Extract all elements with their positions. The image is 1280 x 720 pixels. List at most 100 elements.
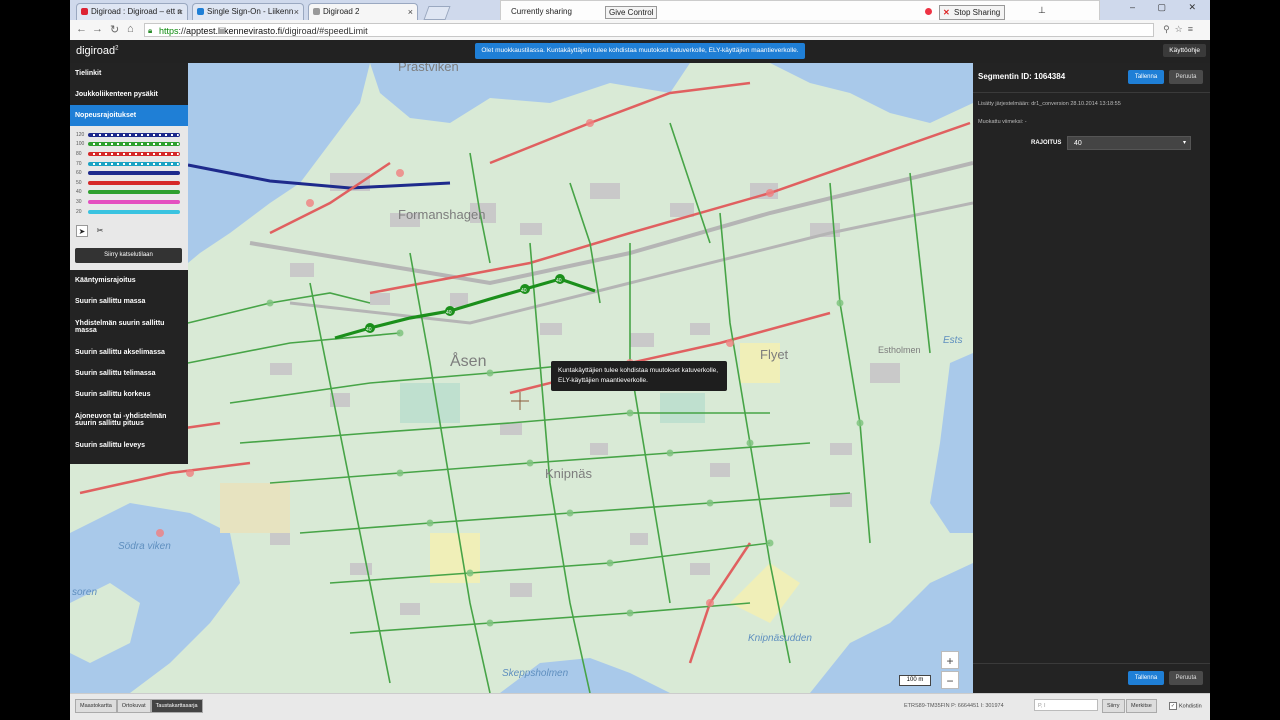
sso-favicon-icon (197, 8, 204, 15)
home-icon[interactable]: ⌂ (127, 23, 134, 35)
layer-joukkoliikenteen-pysakit[interactable]: Joukkoliikenteen pysäkit (70, 84, 188, 105)
address-bar-row: ← → ↻ ⌂ 🔒︎ https://apptest.liikenneviras… (70, 20, 1210, 41)
edit-tooltip: Kuntakäyttäjien tulee kohdistaa muutokse… (551, 361, 727, 391)
pin-icon[interactable]: ⊥ (1038, 5, 1046, 16)
url-input[interactable]: 🔒︎ https://apptest.liikennevirasto.fi/di… (144, 23, 1154, 37)
tab-close-icon[interactable]: × (178, 4, 183, 20)
map-label-knipnas: Knipnäs (545, 466, 592, 481)
cancel-button-footer[interactable]: Peruuta (1169, 671, 1203, 685)
zoom-control: + − (941, 651, 959, 691)
bg-maastokartta[interactable]: Maastokartta (75, 699, 117, 713)
crosshair-toggle[interactable]: ✓ Kohdistin (1169, 702, 1202, 710)
park-area (220, 483, 290, 533)
bg-ortokuvat[interactable]: Ortokuvat (116, 699, 151, 713)
user-guide-button[interactable]: Käyttöohje (1163, 44, 1206, 57)
footer-divider (973, 663, 1210, 664)
coordinate-readout: ETRS89-TM35FIN P: 6664451 I: 301974 (904, 703, 1004, 709)
browser-tab-2[interactable]: Single Sign-On - Liikenn × (192, 3, 304, 20)
legend-row: 30 (76, 197, 188, 207)
give-control-dropdown[interactable]: Give Control (605, 6, 658, 19)
layer-leveys[interactable]: Suurin sallittu leveys (70, 435, 188, 456)
cut-tool-icon[interactable]: ✂ (94, 225, 106, 237)
save-button[interactable]: Tallenna (1128, 70, 1164, 84)
legend-line-swatch (88, 190, 180, 195)
bg-taustakarttasarja[interactable]: Taustakarttasarja (150, 699, 203, 713)
browser-window: Digiroad : Digiroad – ett n × Single Sig… (70, 0, 1210, 720)
speed-limit-legend: 120 100 80 70 60 50 40 30 20 (70, 126, 188, 221)
lock-icon: 🔒︎ (148, 26, 153, 35)
new-tab-button[interactable] (423, 6, 451, 20)
cancel-button[interactable]: Peruuta (1169, 70, 1203, 84)
layer-akselimassa[interactable]: Suurin sallittu akselimassa (70, 342, 188, 363)
url-domain: apptest.liikennevirasto.fi (186, 26, 283, 36)
back-icon[interactable]: ← (76, 23, 87, 35)
legend-line-swatch (88, 180, 180, 185)
speed-marker-label: 40 (446, 310, 452, 316)
move-button[interactable]: Siirry (1102, 699, 1125, 713)
speed-limit-select[interactable]: 40 ▾ (1067, 136, 1191, 150)
select-tool-icon[interactable]: ➤ (76, 225, 88, 238)
speed-marker-label: 40 (366, 327, 372, 333)
legend-row: 120 (76, 130, 188, 140)
reload-icon[interactable]: ↻ (110, 23, 119, 36)
layer-pituus[interactable]: Ajoneuvon tai -yhdistelmän suurin sallit… (70, 405, 188, 435)
layer-telimassa[interactable]: Suurin sallittu telimassa (70, 363, 188, 384)
save-button-footer[interactable]: Tallenna (1128, 671, 1164, 685)
url-scheme: https (159, 26, 179, 36)
map-label-prastviken: Prästviken (398, 63, 459, 74)
map-label-sodra-viken: Södra viken (118, 541, 171, 552)
limit-label: RAJOITUS (1031, 140, 1062, 146)
zoom-out-button[interactable]: − (941, 671, 959, 689)
coordinate-input[interactable]: P, I (1034, 699, 1098, 711)
legend-row: 50 (76, 178, 188, 188)
crosshair-label: Kohdistin (1179, 703, 1202, 710)
layer-panel: Tielinkit Joukkoliikenteen pysäkit Nopeu… (70, 63, 188, 464)
divider (973, 92, 1210, 93)
tab-close-icon[interactable]: × (408, 4, 413, 20)
segment-edit-panel: Segmentin ID: 1064384 Tallenna Peruuta L… (973, 63, 1210, 693)
browser-extension-icons[interactable]: ⚲☆≡ (1163, 24, 1198, 35)
legend-line-swatch (88, 199, 180, 204)
tab-close-icon[interactable]: × (294, 4, 299, 20)
legend-speed-label: 30 (76, 198, 82, 205)
tab-title: Digiroad : Digiroad – ett n (91, 7, 182, 16)
stop-sharing-button[interactable]: ✕ Stop Sharing (939, 5, 1006, 20)
checkbox-icon[interactable]: ✓ (1169, 702, 1177, 710)
page-favicon-icon (313, 8, 320, 15)
stop-sharing-label: Stop Sharing (954, 8, 1001, 17)
modified-info: Muokattu viimeksi: - (978, 119, 1027, 125)
map-label-skeppsholmen: Skeppsholmen (502, 668, 569, 679)
cemetery-east (660, 393, 705, 423)
zoom-in-button[interactable]: + (941, 651, 959, 669)
legend-speed-label: 50 (76, 179, 82, 186)
map-crosshair-icon (511, 392, 529, 410)
digiroad-logo[interactable]: digiroad2 (76, 45, 118, 57)
forward-icon[interactable]: → (92, 23, 103, 35)
legend-speed-label: 60 (76, 170, 82, 177)
tab-title: Digiroad 2 (323, 7, 360, 16)
sharing-status: Currently sharing (511, 7, 572, 16)
legend-row: 100 (76, 140, 188, 150)
layer-korkeus[interactable]: Suurin sallittu korkeus (70, 384, 188, 405)
stop-icon: ✕ (943, 8, 950, 17)
layer-nopeusrajoitukset[interactable]: Nopeusrajoitukset (70, 105, 188, 126)
legend-speed-label: 20 (76, 208, 82, 215)
layer-tielinkit[interactable]: Tielinkit (70, 63, 188, 84)
layer-kaantymisrajoitus[interactable]: Kääntymisrajoitus (70, 270, 188, 291)
map-canvas[interactable]: 40 40 40 40 (70, 63, 973, 693)
edit-tools: ➤ ✂ (70, 220, 188, 245)
legend-row: 80 (76, 149, 188, 159)
map-view[interactable]: 40 40 40 40 Prästviken Formanshagen Åsen… (70, 63, 973, 693)
view-mode-area: Siirry katselutilaan (70, 244, 188, 271)
view-mode-button[interactable]: Siirry katselutilaan (75, 248, 182, 264)
browser-tab-3-active[interactable]: Digiroad 2 × (308, 3, 418, 20)
browser-tab-1[interactable]: Digiroad : Digiroad – ett n × (76, 3, 188, 20)
window-controls[interactable]: – ▢ ✕ (1130, 2, 1206, 13)
legend-row: 20 (76, 207, 188, 217)
layer-suurin-sallittu-massa[interactable]: Suurin sallittu massa (70, 291, 188, 312)
background-map-switcher: Maastokartta Ortokuvat Taustakarttasarja (75, 699, 203, 713)
mark-button[interactable]: Merkitse (1126, 699, 1157, 713)
url-path: /digiroad/#speedLimit (282, 26, 368, 36)
legend-line-swatch (88, 161, 180, 166)
layer-yhdistelman-massa[interactable]: Yhdistelmän suurin sallittu massa (70, 312, 188, 342)
